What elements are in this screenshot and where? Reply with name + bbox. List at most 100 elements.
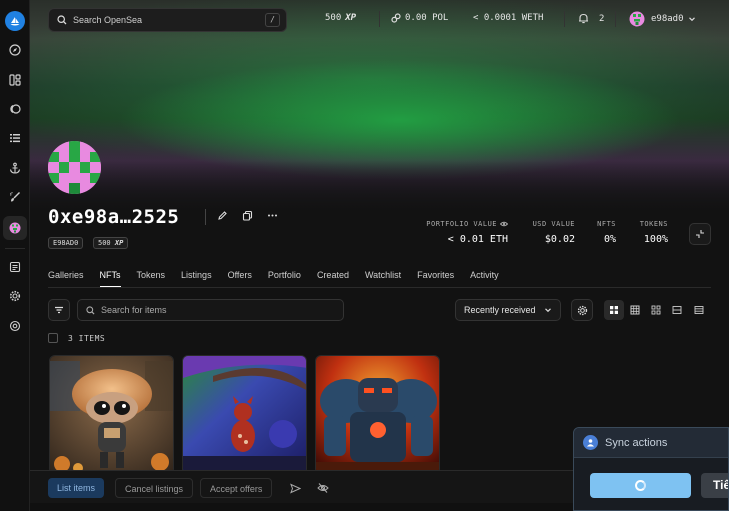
- stat-value: 100%: [643, 234, 668, 245]
- list-items-button[interactable]: List items: [48, 478, 105, 498]
- tab-favorites[interactable]: Favorites: [417, 270, 454, 288]
- select-all-checkbox[interactable]: [48, 333, 58, 343]
- user-icon: [583, 435, 598, 450]
- tab-tokens[interactable]: Tokens: [137, 270, 166, 288]
- weth-balance[interactable]: < 0.0001 WETH: [473, 13, 543, 23]
- pol-balance[interactable]: 0.00 POL: [391, 13, 448, 23]
- opensea-logo[interactable]: [5, 11, 25, 31]
- name-divider: [205, 209, 206, 225]
- view-settings-button[interactable]: [571, 299, 593, 321]
- username-badge[interactable]: E98AD0: [48, 237, 84, 249]
- items-count: 3 ITEMS: [68, 333, 106, 343]
- chevron-down-icon: [688, 17, 695, 22]
- nft-image: [183, 356, 306, 474]
- items-search-input[interactable]: Search for items: [77, 299, 344, 321]
- view-large-grid-button[interactable]: [604, 300, 624, 320]
- support-icon[interactable]: [7, 318, 23, 334]
- profile-actions: [217, 210, 278, 221]
- tab-created[interactable]: Created: [317, 270, 349, 288]
- tab-activity[interactable]: Activity: [470, 270, 499, 288]
- collapse-stats-button[interactable]: [689, 223, 711, 245]
- brush-icon[interactable]: [7, 189, 23, 205]
- sort-label: Recently received: [464, 305, 536, 315]
- sync-actions-panel: Sync actions Tiế: [573, 427, 729, 511]
- nft-card[interactable]: [315, 355, 440, 475]
- wallet-address: 0xe98a…2525: [48, 206, 180, 228]
- tab-nfts[interactable]: NFTs: [99, 270, 121, 288]
- nft-image: [50, 356, 173, 474]
- topbar-divider: [615, 11, 616, 27]
- sidebar-divider: [5, 248, 25, 249]
- stat-usd-value: USD VALUE $0.02: [520, 220, 575, 245]
- anchor-icon[interactable]: [7, 160, 23, 176]
- stat-tokens: TOKENS 100%: [630, 220, 668, 245]
- topbar-divider: [564, 11, 565, 27]
- send-icon: [289, 483, 301, 493]
- sort-dropdown[interactable]: Recently received: [455, 299, 561, 321]
- notifications-button[interactable]: 2: [578, 13, 604, 24]
- profile-icon[interactable]: [7, 220, 23, 236]
- view-list-button[interactable]: [667, 300, 687, 320]
- filter-icon: [55, 306, 63, 314]
- tab-watchlist[interactable]: Watchlist: [365, 270, 401, 288]
- xp-badge-label: XP: [114, 239, 124, 247]
- stat-nfts: NFTS 0%: [588, 220, 616, 245]
- loading-spinner-icon: [635, 480, 646, 491]
- sync-primary-button[interactable]: [590, 473, 691, 498]
- edit-icon[interactable]: [217, 210, 228, 221]
- list-icon[interactable]: [7, 130, 23, 146]
- global-search-placeholder: Search OpenSea: [73, 15, 143, 25]
- cancel-listings-button[interactable]: Cancel listings: [115, 478, 194, 498]
- filter-button[interactable]: [48, 299, 70, 321]
- copy-icon[interactable]: [242, 210, 253, 221]
- more-icon[interactable]: [267, 210, 278, 221]
- grid-icon[interactable]: [7, 72, 23, 88]
- large-grid-icon: [610, 306, 618, 314]
- eye-icon[interactable]: [500, 220, 508, 228]
- profile-avatar[interactable]: [48, 141, 101, 194]
- chevron-down-icon: [545, 308, 551, 313]
- compass-icon[interactable]: [7, 42, 23, 58]
- search-shortcut-key: /: [265, 13, 280, 27]
- xp-display[interactable]: 500 XP: [325, 13, 356, 23]
- pol-balance-value: 0.00 POL: [405, 13, 449, 23]
- nft-card[interactable]: [182, 355, 307, 475]
- account-avatar: [629, 11, 645, 27]
- global-search[interactable]: Search OpenSea /: [48, 8, 287, 32]
- view-table-button[interactable]: [689, 300, 709, 320]
- account-menu[interactable]: e98ad0: [629, 11, 696, 27]
- gear-icon: [577, 305, 587, 315]
- tab-listings[interactable]: Listings: [181, 270, 212, 288]
- settings-icon[interactable]: [7, 288, 23, 304]
- transfer-button[interactable]: [287, 480, 303, 496]
- tab-galleries[interactable]: Galleries: [48, 270, 84, 288]
- stat-label: TOKENS: [639, 220, 668, 228]
- xp-value: 500: [325, 13, 342, 23]
- tab-portfolio[interactable]: Portfolio: [268, 270, 301, 288]
- top-bar: Search OpenSea / 500 XP 0.00 POL < 0.000…: [30, 0, 729, 38]
- nft-card[interactable]: [49, 355, 174, 475]
- stat-portfolio-value: PORTFOLIO VALUE < 0.01 ETH: [420, 220, 508, 245]
- xp-label: XP: [345, 13, 357, 23]
- tab-offers[interactable]: Offers: [228, 270, 252, 288]
- topbar-divider: [379, 11, 380, 27]
- stat-label: USD VALUE: [532, 220, 575, 228]
- accept-offers-button[interactable]: Accept offers: [200, 478, 273, 498]
- search-icon: [57, 15, 67, 25]
- view-grid-button[interactable]: [625, 300, 645, 320]
- sync-next-button[interactable]: Tiế: [701, 473, 728, 498]
- document-icon[interactable]: [7, 259, 23, 275]
- stat-label: NFTS: [597, 220, 616, 228]
- stat-value: $0.02: [544, 234, 575, 245]
- sidebar: [0, 0, 30, 511]
- list-view-icon: [672, 306, 682, 314]
- token-icon[interactable]: [7, 101, 23, 117]
- profile-tabs: Galleries NFTs Tokens Listings Offers Po…: [48, 270, 515, 288]
- bell-icon: [579, 13, 588, 24]
- stat-value: 0%: [603, 234, 616, 245]
- eye-off-icon: [317, 483, 329, 493]
- hide-button[interactable]: [315, 480, 331, 496]
- view-compact-grid-button[interactable]: [646, 300, 666, 320]
- xp-badge[interactable]: 500 XP: [93, 237, 129, 249]
- search-icon: [86, 305, 95, 315]
